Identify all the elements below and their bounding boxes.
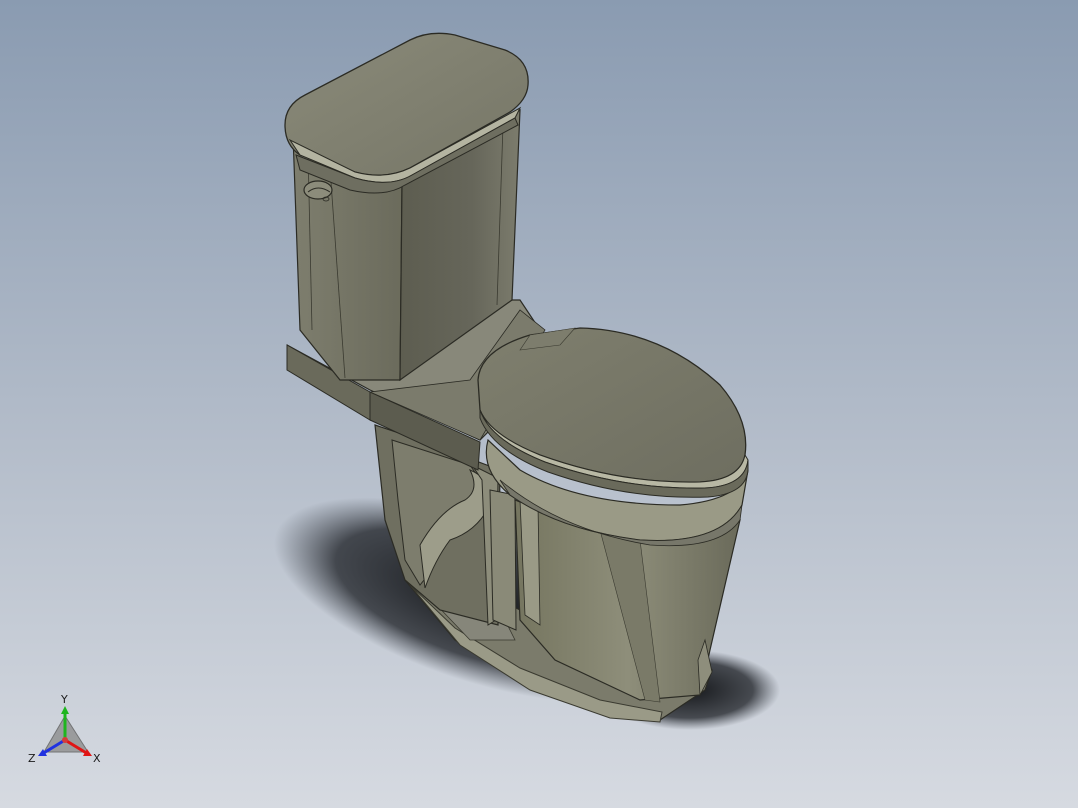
graphics-viewport[interactable]: Y X Z [0,0,1078,808]
x-axis-label: X [93,752,101,765]
model-scene[interactable] [0,0,1078,808]
y-axis-label: Y [60,693,68,706]
y-axis-arrow-icon [61,706,69,714]
z-axis-label: Z [28,752,36,765]
flush-handle-icon[interactable] [303,180,333,200]
orientation-triad[interactable]: Y X Z [22,692,112,772]
triad-origin-icon [62,737,68,743]
